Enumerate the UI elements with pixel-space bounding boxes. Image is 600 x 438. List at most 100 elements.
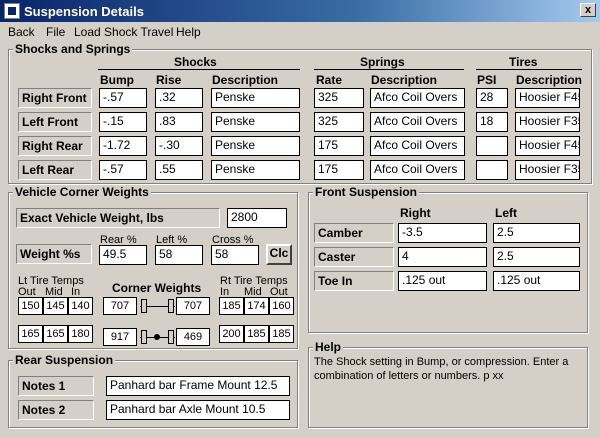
weight-pct-label: Weight %s	[16, 244, 92, 264]
front-col-right: Right	[400, 206, 431, 220]
tires-group-underline	[476, 69, 582, 70]
camber-right-input[interactable]: -3.5	[398, 223, 487, 243]
help-title: Help	[313, 340, 344, 354]
menu-file[interactable]: File	[46, 25, 65, 39]
notes-1-label: Notes 1	[18, 376, 94, 396]
corner-weights-label: Corner Weights	[112, 281, 202, 295]
rate-input-left-front[interactable]: 325	[314, 112, 364, 132]
exact-weight-label: Exact Vehicle Weight, lbs	[16, 208, 220, 228]
springs-group-underline	[314, 69, 464, 70]
row-label-left-rear: Left Rear	[18, 160, 92, 180]
rear-suspension-title: Rear Suspension	[13, 353, 116, 367]
title-bar: Suspension Details x	[0, 0, 600, 22]
psi-input-right-rear[interactable]	[476, 136, 508, 156]
caster-label: Caster	[314, 247, 394, 267]
rt-front-temp-in[interactable]: 185	[219, 297, 244, 315]
close-button[interactable]: x	[580, 3, 596, 17]
lf-weight-input[interactable]: 707	[103, 297, 137, 315]
camber-left-input[interactable]: 2.5	[493, 223, 580, 243]
shock-desc-input-left-rear[interactable]: Penske	[211, 160, 300, 180]
notes-2-input[interactable]: Panhard bar Axle Mount 10.5	[106, 400, 290, 420]
rise-input-right-rear[interactable]: -.30	[155, 136, 203, 156]
help-text: The Shock setting in Bump, or compressio…	[314, 356, 569, 382]
spring-desc-input-right-front[interactable]: Afco Coil Overs	[370, 88, 465, 108]
shocks-group-underline	[98, 69, 300, 70]
lt-front-temp-in[interactable]: 140	[68, 297, 93, 315]
caster-right-input[interactable]: 4	[398, 247, 487, 267]
psi-input-right-front[interactable]: 28	[476, 88, 508, 108]
lt-front-temp-out[interactable]: 150	[18, 297, 43, 315]
psi-input-left-front[interactable]: 18	[476, 112, 508, 132]
menu-back[interactable]: Back	[8, 25, 35, 39]
front-suspension-title: Front Suspension	[313, 185, 419, 199]
rate-input-right-front[interactable]: 325	[314, 88, 364, 108]
rt-front-temp-out[interactable]: 160	[269, 297, 294, 315]
psi-input-left-rear[interactable]	[476, 160, 508, 180]
rise-input-right-front[interactable]: .32	[155, 88, 203, 108]
col-bump: Bump	[100, 73, 134, 87]
row-label-right-rear: Right Rear	[18, 136, 92, 156]
bump-input-left-front[interactable]: -.15	[99, 112, 147, 132]
corner-weights-title: Vehicle Corner Weights	[13, 185, 151, 199]
exact-weight-input[interactable]: 2800	[227, 208, 287, 228]
app-icon	[4, 3, 20, 19]
notes-2-label: Notes 2	[18, 400, 94, 420]
rr-weight-input[interactable]: 469	[176, 328, 210, 346]
menu-load-shock-travel[interactable]: Load Shock Travel	[74, 25, 173, 39]
shock-desc-input-right-front[interactable]: Penske	[211, 88, 300, 108]
shock-desc-input-left-front[interactable]: Penske	[211, 112, 300, 132]
rt-front-temp-mid[interactable]: 174	[244, 297, 269, 315]
spring-desc-input-right-rear[interactable]: Afco Coil Overs	[370, 136, 465, 156]
shocks-group-header: Shocks	[174, 55, 217, 69]
rt-rear-temp-out[interactable]: 185	[269, 325, 294, 343]
rise-input-left-front[interactable]: .83	[155, 112, 203, 132]
rt-rear-temp-in[interactable]: 200	[219, 325, 244, 343]
window-title: Suspension Details	[24, 4, 144, 19]
toe-in-label: Toe In	[314, 271, 394, 291]
lt-rear-temp-mid[interactable]: 165	[43, 325, 68, 343]
left-pct-input[interactable]: 58	[155, 245, 203, 265]
rear-left-knob	[141, 330, 147, 344]
lt-rear-temp-in[interactable]: 180	[68, 325, 93, 343]
lr-weight-input[interactable]: 917	[103, 328, 137, 346]
spring-desc-input-left-front[interactable]: Afco Coil Overs	[370, 112, 465, 132]
col-shock-description: Description	[212, 73, 279, 87]
tire-desc-input-left-rear[interactable]: Hoosier F35	[515, 160, 580, 180]
toe-in-right-input[interactable]: .125 out	[398, 271, 487, 291]
calculate-button[interactable]: Clc	[266, 244, 292, 265]
tires-group-header: Tires	[509, 55, 538, 69]
row-label-left-front: Left Front	[18, 112, 92, 132]
col-tire-description: Description	[516, 73, 583, 87]
col-rate: Rate	[316, 73, 343, 87]
spring-desc-input-left-rear[interactable]: Afco Coil Overs	[370, 160, 465, 180]
rear-pct-input[interactable]: 49.5	[99, 245, 147, 265]
rise-input-left-rear[interactable]: .55	[155, 160, 203, 180]
tire-desc-input-right-rear[interactable]: Hoosier F45	[515, 136, 580, 156]
shocks-springs-title: Shocks and Springs	[13, 42, 133, 56]
caster-left-input[interactable]: 2.5	[493, 247, 580, 267]
rate-input-right-rear[interactable]: 175	[314, 136, 364, 156]
cross-dot-icon	[154, 334, 160, 340]
row-label-right-front: Right Front	[18, 88, 92, 108]
rear-right-knob	[168, 330, 174, 344]
lt-front-temp-mid[interactable]: 145	[43, 297, 68, 315]
menu-bar: Back File Load Shock Travel Help	[0, 22, 600, 40]
cross-pct-input[interactable]: 58	[211, 245, 259, 265]
bump-input-right-front[interactable]: -.57	[99, 88, 147, 108]
rate-input-left-rear[interactable]: 175	[314, 160, 364, 180]
col-rise: Rise	[156, 73, 182, 87]
front-left-knob	[141, 299, 147, 313]
bump-input-left-rear[interactable]: -.57	[99, 160, 147, 180]
rt-rear-temp-mid[interactable]: 185	[244, 325, 269, 343]
col-spring-description: Description	[371, 73, 438, 87]
menu-help[interactable]: Help	[176, 25, 201, 39]
toe-in-left-input[interactable]: .125 out	[493, 271, 580, 291]
tire-desc-input-right-front[interactable]: Hoosier F45	[515, 88, 580, 108]
rf-weight-input[interactable]: 707	[176, 297, 210, 315]
front-right-knob	[168, 299, 174, 313]
lt-rear-temp-out[interactable]: 165	[18, 325, 43, 343]
shock-desc-input-right-rear[interactable]: Penske	[211, 136, 300, 156]
bump-input-right-rear[interactable]: -1.72	[99, 136, 147, 156]
notes-1-input[interactable]: Panhard bar Frame Mount 12.5	[106, 376, 290, 396]
tire-desc-input-left-front[interactable]: Hoosier F35	[515, 112, 580, 132]
